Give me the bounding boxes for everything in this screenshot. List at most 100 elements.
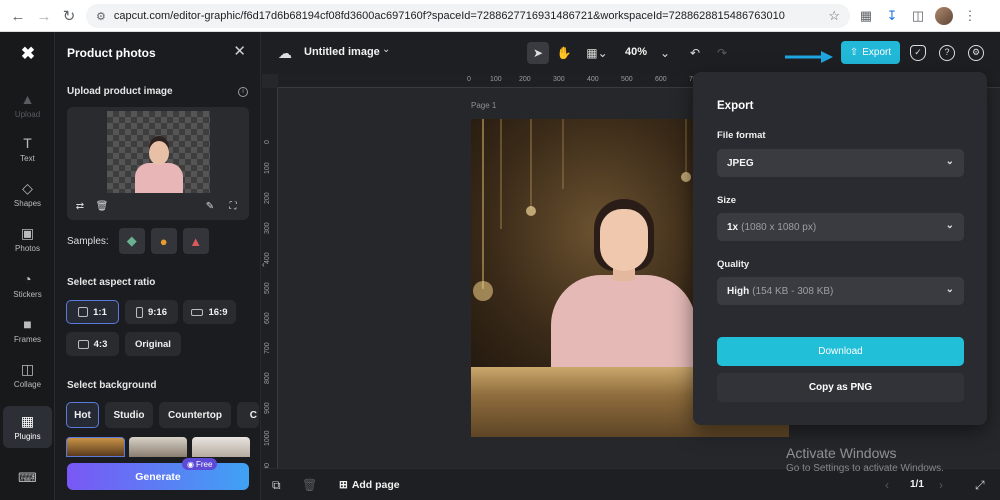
undo-icon[interactable]: ↶ [684, 42, 706, 64]
zoom-chevron-icon[interactable]: ⌄ [654, 42, 676, 64]
rail-label: Text [20, 154, 35, 163]
download-button[interactable]: Download [717, 337, 964, 366]
layout-menu-icon[interactable]: ▦⌄ [582, 42, 612, 64]
share-icon: ⇧ [849, 47, 859, 58]
bg-countertop-chip[interactable]: Countertop [159, 402, 231, 428]
product-cutout-image [135, 141, 183, 193]
rail-item-upload[interactable]: ▲ Upload [3, 84, 52, 126]
duplicate-page-icon[interactable]: ⧉ [272, 478, 281, 493]
bg-thumb-2[interactable] [129, 437, 187, 457]
bg-studio-chip[interactable]: Studio [105, 402, 153, 428]
url-text[interactable]: capcut.com/editor-graphic/f6d17d6b68194c… [114, 10, 785, 22]
replace-icon[interactable]: ⇄ [73, 200, 87, 214]
ratio-9-16-button[interactable]: 9:16 [125, 300, 178, 324]
rail-item-shapes[interactable]: ◇ Shapes [3, 173, 52, 215]
tool-rail: ✖ ▲ Upload T Text ◇ Shapes ▣ Photos ◔ St… [0, 32, 55, 500]
rail-item-text[interactable]: T Text [3, 128, 52, 170]
back-icon[interactable]: ← [6, 4, 30, 28]
info-icon[interactable]: i [238, 87, 248, 97]
bg-more-chip[interactable]: C [237, 402, 259, 428]
select-detail: (1080 x 1080 px) [741, 221, 817, 233]
fullscreen-icon[interactable]: ⤢ [975, 478, 985, 493]
ruler-tick: 500 [621, 76, 633, 83]
profile-avatar[interactable] [934, 4, 954, 28]
bg-thumb-1[interactable] [66, 437, 125, 457]
prev-page-icon[interactable]: ‹ [885, 478, 889, 492]
pointer-arrow-annotation [785, 51, 833, 63]
rail-label: Plugins [14, 432, 41, 441]
delete-icon[interactable]: 🗑 [95, 200, 109, 214]
address-bar[interactable]: ⚙ capcut.com/editor-graphic/f6d17d6b6819… [86, 4, 850, 28]
rail-item-collage[interactable]: ◫ Collage [3, 354, 52, 396]
help-icon[interactable]: ? [939, 45, 955, 61]
forward-icon[interactable]: → [32, 4, 56, 28]
ratio-4-3-button[interactable]: 4:3 [66, 332, 119, 356]
rail-label: Frames [13, 335, 42, 344]
size-select[interactable]: 1x (1080 x 1080 px) ⌄ [717, 213, 964, 241]
document-title[interactable]: Untitled image [304, 46, 380, 58]
next-page-icon[interactable]: › [939, 478, 943, 492]
shield-icon[interactable]: ✓ [910, 45, 926, 61]
aspect-ratio-label: Select aspect ratio [67, 277, 156, 288]
close-icon[interactable]: ✕ [233, 42, 246, 60]
ratio-original-button[interactable]: Original [125, 332, 181, 356]
expand-icon[interactable]: ⛶ [226, 200, 240, 214]
rail-item-frames[interactable]: ■ Frames [3, 309, 52, 351]
ratio-1-1-button[interactable]: 1:1 [66, 300, 119, 324]
ruler-tick: 600 [655, 76, 667, 83]
rail-label: Collage [13, 380, 42, 389]
sidepanel-icon[interactable]: ◫ [908, 4, 928, 28]
add-page-button[interactable]: ⊞ Add page [339, 479, 400, 491]
select-value: High [727, 285, 750, 297]
site-info-icon[interactable]: ⚙ [96, 10, 106, 23]
export-button[interactable]: ⇧ Export [841, 41, 900, 64]
capcut-logo[interactable]: ✖ [15, 44, 41, 63]
rail-item-plugins[interactable]: ▦ Plugins [3, 406, 52, 448]
cloud-sync-icon[interactable]: ☁ [278, 45, 292, 62]
rail-item-stickers[interactable]: ◔ Stickers [3, 264, 52, 306]
generate-button[interactable]: Generate [67, 463, 249, 490]
delete-page-icon[interactable]: 🗑 [302, 478, 317, 492]
hand-tool-icon[interactable]: ✋ [553, 42, 575, 64]
bookmark-star-icon[interactable]: ☆ [828, 8, 840, 24]
upload-dropzone[interactable]: ⇄ 🗑 ✎ ⛶ [67, 107, 249, 220]
redo-icon[interactable]: ↷ [711, 42, 733, 64]
windows-activation-subtitle: Go to Settings to activate Windows. [786, 463, 944, 474]
rail-item-photos[interactable]: ▣ Photos [3, 218, 52, 260]
ruler-tick: 100 [264, 162, 271, 174]
sample-figure[interactable]: ▲ [182, 228, 209, 254]
select-tool-icon[interactable]: ➤ [527, 42, 549, 64]
bg-hot-chip[interactable]: Hot [66, 402, 99, 428]
photos-icon: ▣ [20, 225, 35, 241]
chevron-down-icon[interactable]: ⌄ [382, 44, 390, 55]
vertical-ruler: 0 100 200 300 400 500 600 700 800 900 10… [262, 88, 278, 478]
ruler-tick: 100 [490, 76, 502, 83]
ratio-label: 4:3 [93, 338, 108, 350]
bg-thumb-3[interactable] [192, 437, 250, 457]
copy-as-png-button[interactable]: Copy as PNG [717, 373, 964, 402]
edit-icon[interactable]: ✎ [203, 200, 217, 214]
rail-label: Upload [14, 110, 41, 119]
sample-fruit[interactable]: ● [150, 228, 177, 254]
upload-icon: ▲ [20, 91, 35, 107]
chip-label: Hot [74, 409, 91, 421]
file-format-select[interactable]: JPEG ⌄ [717, 149, 964, 177]
collapse-panel-icon[interactable]: ‹ [262, 260, 270, 269]
extensions-icon[interactable]: ▦ [856, 4, 876, 28]
download-icon[interactable]: ↧ [882, 4, 902, 28]
ratio-label: 9:16 [147, 306, 167, 318]
generate-label: Generate [135, 470, 181, 483]
ruler-tick: 0 [264, 140, 271, 144]
export-title: Export [717, 100, 754, 112]
ratio-16-9-button[interactable]: 16:9 [183, 300, 236, 324]
reload-icon[interactable]: ↻ [57, 4, 81, 28]
sample-bottle[interactable]: ◆ [118, 228, 145, 254]
coin-icon: ◉ [187, 459, 194, 469]
zoom-level[interactable]: 40% [625, 46, 647, 58]
woman-product-subject [551, 199, 696, 379]
browser-menu-icon[interactable]: ⋮ [960, 4, 980, 28]
settings-icon[interactable]: ⚙ [968, 45, 984, 61]
editor-toolbar: ☁ Untitled image ⌄ ➤ ✋ ▦⌄ 40% ⌄ ↶ ↷ ⇧ Ex… [262, 32, 1000, 74]
keyboard-icon[interactable]: ⌨ [18, 470, 37, 486]
quality-select[interactable]: High (154 KB - 308 KB) ⌄ [717, 277, 964, 305]
